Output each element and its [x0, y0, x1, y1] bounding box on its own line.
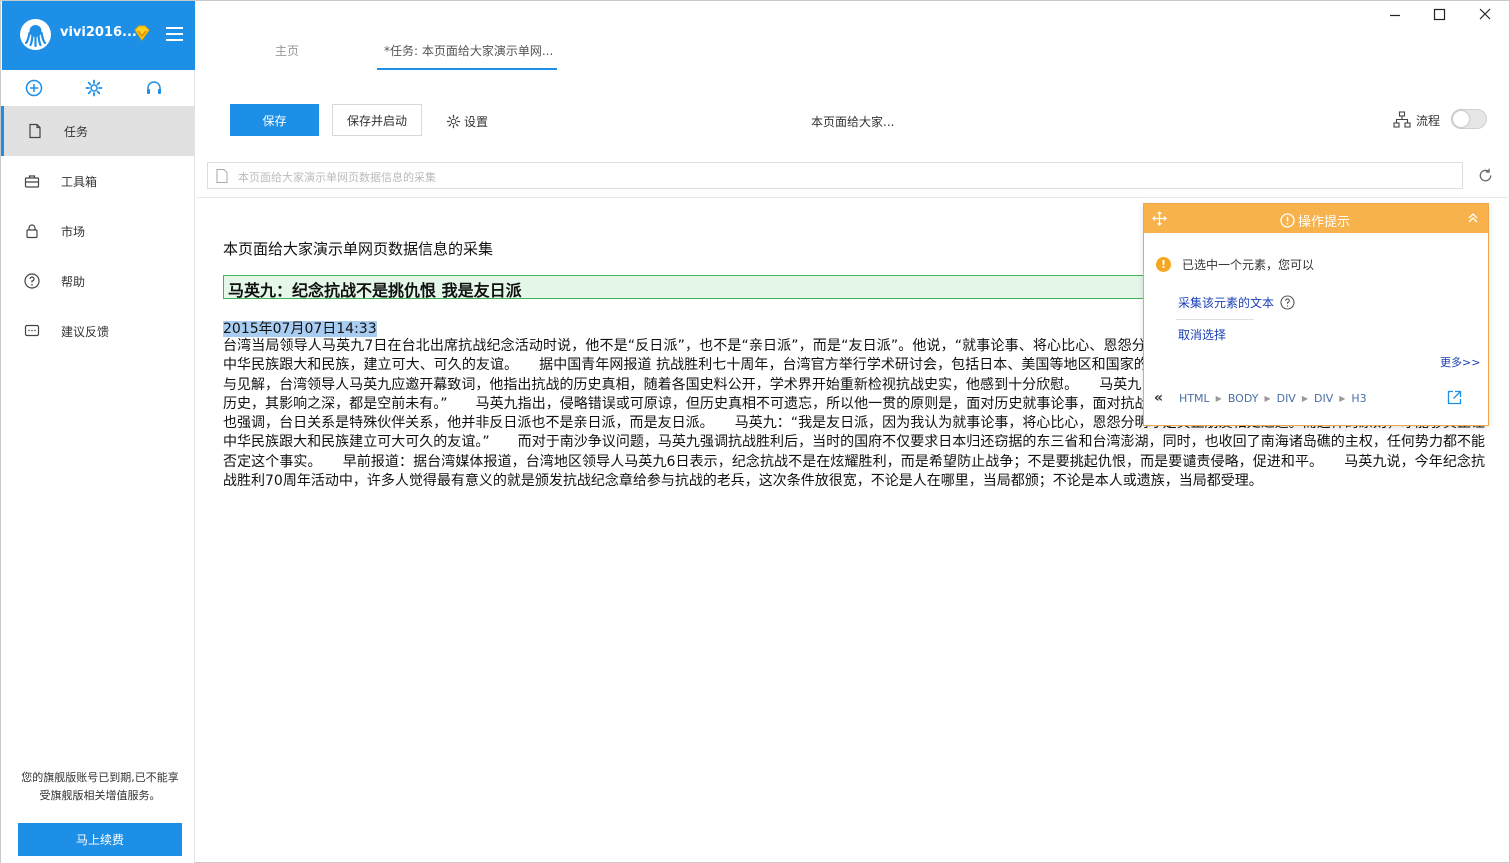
- save-button[interactable]: 保存: [230, 104, 319, 136]
- settings-label: 设置: [464, 114, 489, 129]
- renew-button[interactable]: 马上续费: [18, 823, 182, 856]
- username[interactable]: vivi2016...: [60, 25, 137, 40]
- operation-tip-panel: 操作提示 ! 已选中一个元素，您可以 采集该元素的文本 取消选择 更多>> « …: [1143, 203, 1489, 426]
- move-icon[interactable]: [1152, 211, 1167, 226]
- sidebar-item-feedback[interactable]: 建议反馈: [1, 306, 195, 356]
- sidebar-item-help[interactable]: 帮助: [1, 256, 195, 306]
- sidebar-item-label: 建议反馈: [61, 325, 110, 339]
- crumb-h3[interactable]: H3: [1351, 392, 1366, 405]
- sidebar-item-label: 任务: [64, 125, 89, 139]
- collect-text-link[interactable]: 采集该元素的文本: [1178, 294, 1274, 311]
- crumb-div[interactable]: DIV: [1277, 392, 1296, 405]
- help-circle-icon[interactable]: [1280, 295, 1295, 310]
- sidebar-item-label: 工具箱: [61, 175, 98, 189]
- tab-task[interactable]: *任务: 本页面给大家演示单网...: [384, 42, 553, 59]
- user-bar: vivi2016...: [2, 1, 195, 70]
- article-date[interactable]: 2015年07月07日14:33: [223, 318, 377, 338]
- tab-home[interactable]: 主页: [275, 42, 299, 59]
- tip-title-text: 操作提示: [1298, 215, 1351, 230]
- page-heading[interactable]: 本页面给大家演示单网页数据信息的采集: [223, 238, 493, 259]
- tip-message-text: 已选中一个元素，您可以: [1182, 258, 1315, 272]
- settings-button[interactable]: 设置: [446, 112, 488, 130]
- open-external-icon[interactable]: [1446, 389, 1463, 406]
- flow-label: 流程: [1416, 113, 1441, 128]
- crumb-body[interactable]: BODY: [1228, 392, 1259, 405]
- more-link[interactable]: 更多>>: [1440, 354, 1480, 370]
- task-name: 本页面给大家...: [811, 115, 895, 129]
- flowchart-icon: [1393, 111, 1411, 128]
- crumb-arrow-icon: ▶: [1301, 393, 1308, 403]
- headset-support-icon[interactable]: [145, 79, 163, 97]
- sidebar-item-label: 帮助: [61, 275, 86, 289]
- sidebar: vivi2016... 任务 工具箱 市场 帮助 建议反馈 您的旗舰版账号已到期…: [1, 1, 195, 863]
- gear-icon: [446, 114, 461, 128]
- flow-toggle-label: 流程: [1393, 109, 1440, 131]
- date-text[interactable]: 2015年07月07日14:33: [223, 321, 377, 337]
- url-text: 本页面给大家演示单网页数据信息的采集: [238, 171, 436, 184]
- tip-message: ! 已选中一个元素，您可以: [1156, 256, 1314, 273]
- sidebar-item-tasks[interactable]: 任务: [1, 106, 195, 156]
- sidebar-item-label: 市场: [61, 225, 86, 239]
- tip-title: 操作提示: [1280, 211, 1350, 230]
- refresh-icon[interactable]: [1477, 167, 1494, 184]
- warning-icon: !: [1156, 257, 1171, 272]
- active-tab-indicator: [377, 68, 557, 70]
- element-path-breadcrumb: « HTML ▶ BODY ▶ DIV ▶ DIV ▶ H3: [1154, 390, 1484, 406]
- crumb-arrow-icon: ▶: [1264, 393, 1271, 403]
- crumb-arrow-icon: ▶: [1339, 393, 1346, 403]
- crumb-arrow-icon: ▶: [1215, 393, 1222, 403]
- sidebar-item-toolbox[interactable]: 工具箱: [1, 156, 195, 206]
- help-circle-icon: [24, 273, 40, 289]
- quick-actions: [1, 70, 195, 106]
- account-expired-note: 您的旗舰版账号已到期,已不能享受旗舰版相关增值服务。: [21, 771, 179, 802]
- lock-icon: [26, 224, 38, 239]
- vip-diamond-icon[interactable]: [133, 25, 151, 41]
- url-bar[interactable]: 本页面给大家演示单网页数据信息的采集: [207, 162, 1463, 189]
- selected-element-highlight[interactable]: 马英九：纪念抗战不是挑仇恨 我是友日派: [223, 275, 1148, 301]
- sidebar-nav: 任务 工具箱 市场 帮助 建议反馈: [1, 106, 195, 356]
- crumb-html[interactable]: HTML: [1179, 392, 1210, 405]
- file-icon: [29, 123, 41, 139]
- feedback-icon: [24, 324, 40, 337]
- maximize-icon[interactable]: [1429, 5, 1449, 25]
- article-title[interactable]: 马英九：纪念抗战不是挑仇恨 我是友日派: [228, 277, 522, 301]
- page-icon: [216, 169, 228, 183]
- hamburger-menu-icon[interactable]: [166, 27, 183, 41]
- collapse-up-icon[interactable]: [1467, 212, 1479, 224]
- collect-element-text-action[interactable]: 采集该元素的文本: [1178, 294, 1295, 311]
- crumb-div[interactable]: DIV: [1314, 392, 1333, 405]
- flow-toggle[interactable]: [1451, 109, 1487, 129]
- divider: [1176, 319, 1254, 320]
- app-window: vivi2016... 任务 工具箱 市场 帮助 建议反馈 您的旗舰版账号已到期…: [0, 0, 1510, 863]
- tip-header[interactable]: 操作提示: [1144, 204, 1488, 233]
- info-circle-icon: [1280, 213, 1295, 228]
- divider: [197, 197, 1510, 198]
- expand-parent-icon[interactable]: «: [1154, 390, 1163, 406]
- toolbox-icon: [24, 175, 40, 188]
- minimize-icon[interactable]: [1385, 5, 1405, 25]
- gear-icon[interactable]: [85, 79, 103, 97]
- save-and-start-button[interactable]: 保存并启动: [332, 104, 422, 136]
- sidebar-item-market[interactable]: 市场: [1, 206, 195, 256]
- cancel-selection-link[interactable]: 取消选择: [1178, 326, 1226, 343]
- add-circle-icon[interactable]: [25, 79, 43, 97]
- close-icon[interactable]: [1475, 5, 1495, 25]
- avatar[interactable]: [20, 19, 51, 50]
- toggle-knob: [1453, 111, 1469, 127]
- octopus-logo-icon: [20, 19, 51, 50]
